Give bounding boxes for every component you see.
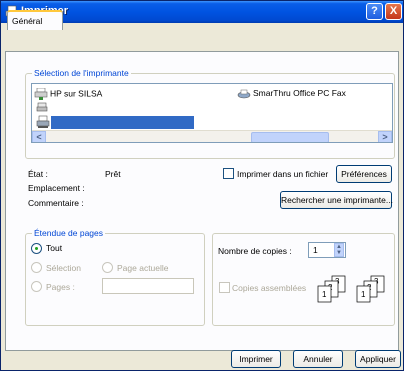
comment-label: Commentaire : (28, 198, 84, 208)
selected-printer-icon (36, 115, 50, 128)
close-button[interactable]: X (385, 3, 402, 20)
range-all-radio[interactable] (31, 243, 42, 254)
range-current-page-radio[interactable] (102, 262, 113, 273)
status-label: État : (28, 169, 48, 179)
network-printer-icon (34, 88, 48, 100)
scroll-thumb[interactable] (251, 132, 329, 142)
svg-text:1: 1 (361, 290, 366, 299)
fax-icon (237, 89, 251, 99)
printer-name-fax: SmarThru Office PC Fax (253, 88, 346, 98)
copies-count-label: Nombre de copies : (218, 246, 292, 256)
range-current-page-label[interactable]: Page actuelle (117, 263, 169, 273)
collate-label[interactable]: Copies assemblées (232, 283, 306, 293)
scroll-right-button[interactable]: > (378, 131, 392, 142)
printer-list[interactable]: HP sur SILSA SmarThru Office PC Fax < > (31, 83, 393, 143)
selected-printer-highlight[interactable] (51, 116, 194, 129)
print-button[interactable]: Imprimer (231, 350, 281, 368)
range-selection-radio[interactable] (31, 262, 42, 273)
copies-count-value: 1 (313, 245, 318, 255)
printer-name-hp: HP sur SILSA (50, 88, 103, 99)
print-to-file-checkbox[interactable] (223, 168, 234, 179)
print-to-file-label[interactable]: Imprimer dans un fichier (237, 169, 328, 179)
help-button[interactable]: ? (366, 3, 383, 20)
preferences-button[interactable]: Préférences (336, 165, 392, 183)
svg-text:1: 1 (322, 290, 327, 299)
collate-pages-icon: 3 2 1 3 2 1 (317, 275, 385, 303)
status-value: Prêt (105, 169, 121, 179)
collate-checkbox[interactable] (219, 282, 230, 293)
print-dialog: Imprimer ? X Général Sélection de l'impr… (0, 0, 404, 371)
range-pages-label[interactable]: Pages : (46, 282, 75, 292)
range-all-label[interactable]: Tout (46, 243, 62, 253)
printer-selection-legend: Sélection de l'imprimante (32, 68, 131, 78)
tab-general[interactable]: Général (7, 10, 63, 30)
range-pages-radio[interactable] (31, 281, 42, 292)
find-printer-button[interactable]: Rechercher une imprimante... (280, 191, 393, 209)
apply-button[interactable]: Appliquer (355, 350, 401, 368)
pages-input[interactable] (102, 278, 194, 294)
horizontal-scrollbar[interactable]: < > (32, 130, 392, 142)
copies-spinner[interactable]: ▲ ▼ (334, 243, 344, 257)
printer-item-hp[interactable]: HP sur SILSA (34, 88, 102, 100)
location-label: Emplacement : (28, 183, 85, 193)
add-printer-icon (36, 102, 48, 112)
scroll-left-button[interactable]: < (32, 131, 46, 142)
page-range-legend: Étendue de pages (32, 228, 106, 238)
cancel-button[interactable]: Annuler (293, 350, 343, 368)
range-selection-label[interactable]: Sélection (46, 263, 81, 273)
printer-item-fax[interactable]: SmarThru Office PC Fax (237, 88, 346, 100)
